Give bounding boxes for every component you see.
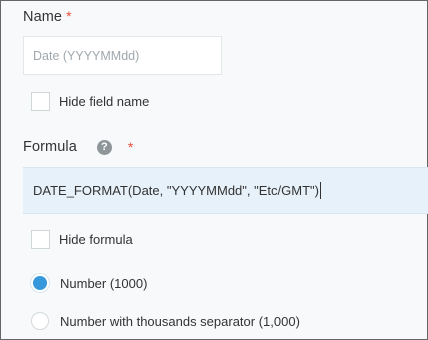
- hide-formula-checkbox[interactable]: [31, 230, 50, 249]
- radio-number-separator[interactable]: [31, 312, 49, 330]
- field-name-input[interactable]: Date (YYYYMMdd): [23, 36, 222, 75]
- format-option-number[interactable]: Number (1000): [31, 274, 147, 292]
- formula-input[interactable]: DATE_FORMAT(Date, "YYYYMMdd", "Etc/GMT"): [23, 167, 428, 214]
- help-icon[interactable]: ?: [96, 139, 112, 155]
- formula-label: Formula ? *: [23, 139, 133, 155]
- hide-field-name-checkbox[interactable]: [31, 92, 50, 111]
- format-option-number-label: Number (1000): [60, 275, 148, 291]
- name-required-mark: *: [66, 8, 72, 24]
- field-name-placeholder: Date (YYYYMMdd): [33, 48, 140, 63]
- hide-formula-option[interactable]: Hide formula: [31, 230, 133, 249]
- formula-value: DATE_FORMAT(Date, "YYYYMMdd", "Etc/GMT"): [33, 183, 319, 198]
- formula-required-mark: *: [127, 139, 134, 155]
- text-cursor: [319, 182, 321, 199]
- name-label: Name *: [23, 8, 72, 25]
- format-option-number-separator[interactable]: Number with thousands separator (1,000): [31, 312, 300, 330]
- hide-field-name-option[interactable]: Hide field name: [31, 92, 149, 111]
- hide-formula-label: Hide formula: [59, 232, 133, 247]
- radio-number-selected[interactable]: [31, 274, 49, 292]
- hide-field-name-label: Hide field name: [59, 94, 150, 109]
- formula-label-text: Formula: [23, 139, 77, 155]
- name-label-text: Name: [23, 9, 63, 25]
- format-option-number-separator-label: Number with thousands separator (1,000): [60, 313, 300, 329]
- field-settings-panel: Name * Date (YYYYMMdd) Hide field name Fo…: [0, 0, 428, 340]
